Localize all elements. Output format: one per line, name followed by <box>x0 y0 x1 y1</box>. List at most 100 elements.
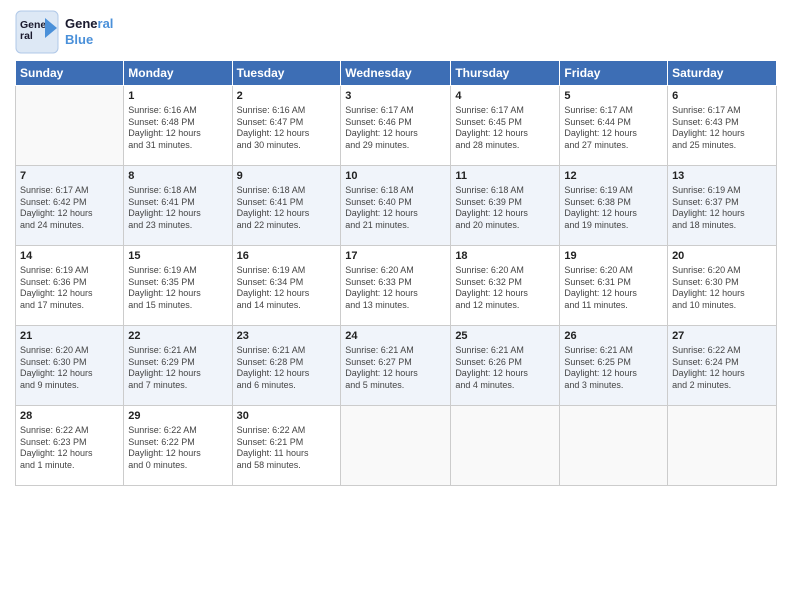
calendar-cell: 27Sunrise: 6:22 AM Sunset: 6:24 PM Dayli… <box>668 326 777 406</box>
calendar-cell: 26Sunrise: 6:21 AM Sunset: 6:25 PM Dayli… <box>560 326 668 406</box>
calendar-cell: 25Sunrise: 6:21 AM Sunset: 6:26 PM Dayli… <box>451 326 560 406</box>
day-info: Sunrise: 6:22 AM Sunset: 6:21 PM Dayligh… <box>237 425 337 472</box>
day-info: Sunrise: 6:22 AM Sunset: 6:24 PM Dayligh… <box>672 345 772 392</box>
calendar-cell: 20Sunrise: 6:20 AM Sunset: 6:30 PM Dayli… <box>668 246 777 326</box>
day-info: Sunrise: 6:20 AM Sunset: 6:31 PM Dayligh… <box>564 265 663 312</box>
day-number: 18 <box>455 249 555 264</box>
calendar-cell: 12Sunrise: 6:19 AM Sunset: 6:38 PM Dayli… <box>560 166 668 246</box>
calendar-cell: 30Sunrise: 6:22 AM Sunset: 6:21 PM Dayli… <box>232 406 341 486</box>
calendar-week-row: 14Sunrise: 6:19 AM Sunset: 6:36 PM Dayli… <box>16 246 777 326</box>
day-info: Sunrise: 6:21 AM Sunset: 6:27 PM Dayligh… <box>345 345 446 392</box>
day-info: Sunrise: 6:17 AM Sunset: 6:43 PM Dayligh… <box>672 105 772 152</box>
calendar-week-row: 21Sunrise: 6:20 AM Sunset: 6:30 PM Dayli… <box>16 326 777 406</box>
header: Gene- ral GeneralBlue <box>15 10 777 54</box>
calendar-cell <box>341 406 451 486</box>
calendar-cell: 17Sunrise: 6:20 AM Sunset: 6:33 PM Dayli… <box>341 246 451 326</box>
calendar-header-thursday: Thursday <box>451 61 560 86</box>
day-number: 21 <box>20 329 119 344</box>
day-number: 7 <box>20 169 119 184</box>
day-info: Sunrise: 6:21 AM Sunset: 6:29 PM Dayligh… <box>128 345 227 392</box>
day-number: 25 <box>455 329 555 344</box>
day-number: 27 <box>672 329 772 344</box>
calendar-cell: 3Sunrise: 6:17 AM Sunset: 6:46 PM Daylig… <box>341 86 451 166</box>
calendar-cell: 6Sunrise: 6:17 AM Sunset: 6:43 PM Daylig… <box>668 86 777 166</box>
day-info: Sunrise: 6:21 AM Sunset: 6:25 PM Dayligh… <box>564 345 663 392</box>
calendar-cell: 5Sunrise: 6:17 AM Sunset: 6:44 PM Daylig… <box>560 86 668 166</box>
day-info: Sunrise: 6:17 AM Sunset: 6:45 PM Dayligh… <box>455 105 555 152</box>
calendar-cell: 16Sunrise: 6:19 AM Sunset: 6:34 PM Dayli… <box>232 246 341 326</box>
calendar-header-row: SundayMondayTuesdayWednesdayThursdayFrid… <box>16 61 777 86</box>
day-number: 5 <box>564 89 663 104</box>
calendar-week-row: 1Sunrise: 6:16 AM Sunset: 6:48 PM Daylig… <box>16 86 777 166</box>
day-info: Sunrise: 6:22 AM Sunset: 6:23 PM Dayligh… <box>20 425 119 472</box>
calendar-cell: 19Sunrise: 6:20 AM Sunset: 6:31 PM Dayli… <box>560 246 668 326</box>
day-info: Sunrise: 6:17 AM Sunset: 6:42 PM Dayligh… <box>20 185 119 232</box>
day-number: 8 <box>128 169 227 184</box>
day-number: 3 <box>345 89 446 104</box>
day-number: 19 <box>564 249 663 264</box>
calendar-cell <box>668 406 777 486</box>
day-number: 30 <box>237 409 337 424</box>
day-number: 20 <box>672 249 772 264</box>
calendar-cell: 4Sunrise: 6:17 AM Sunset: 6:45 PM Daylig… <box>451 86 560 166</box>
page: Gene- ral GeneralBlue SundayMondayTuesda… <box>0 0 792 612</box>
day-number: 23 <box>237 329 337 344</box>
calendar-cell: 2Sunrise: 6:16 AM Sunset: 6:47 PM Daylig… <box>232 86 341 166</box>
day-info: Sunrise: 6:18 AM Sunset: 6:41 PM Dayligh… <box>237 185 337 232</box>
calendar-cell: 10Sunrise: 6:18 AM Sunset: 6:40 PM Dayli… <box>341 166 451 246</box>
calendar-cell: 14Sunrise: 6:19 AM Sunset: 6:36 PM Dayli… <box>16 246 124 326</box>
calendar-cell: 8Sunrise: 6:18 AM Sunset: 6:41 PM Daylig… <box>124 166 232 246</box>
calendar-header-saturday: Saturday <box>668 61 777 86</box>
calendar-cell: 28Sunrise: 6:22 AM Sunset: 6:23 PM Dayli… <box>16 406 124 486</box>
day-number: 15 <box>128 249 227 264</box>
day-number: 12 <box>564 169 663 184</box>
day-info: Sunrise: 6:20 AM Sunset: 6:30 PM Dayligh… <box>672 265 772 312</box>
day-info: Sunrise: 6:16 AM Sunset: 6:48 PM Dayligh… <box>128 105 227 152</box>
day-number: 29 <box>128 409 227 424</box>
logo-label: GeneralBlue <box>65 16 113 47</box>
calendar-table: SundayMondayTuesdayWednesdayThursdayFrid… <box>15 60 777 486</box>
day-number: 17 <box>345 249 446 264</box>
day-info: Sunrise: 6:18 AM Sunset: 6:41 PM Dayligh… <box>128 185 227 232</box>
day-number: 2 <box>237 89 337 104</box>
day-number: 6 <box>672 89 772 104</box>
day-info: Sunrise: 6:17 AM Sunset: 6:46 PM Dayligh… <box>345 105 446 152</box>
calendar-header-sunday: Sunday <box>16 61 124 86</box>
day-number: 10 <box>345 169 446 184</box>
calendar-header-tuesday: Tuesday <box>232 61 341 86</box>
calendar-week-row: 7Sunrise: 6:17 AM Sunset: 6:42 PM Daylig… <box>16 166 777 246</box>
calendar-week-row: 28Sunrise: 6:22 AM Sunset: 6:23 PM Dayli… <box>16 406 777 486</box>
calendar-cell: 13Sunrise: 6:19 AM Sunset: 6:37 PM Dayli… <box>668 166 777 246</box>
calendar-cell: 24Sunrise: 6:21 AM Sunset: 6:27 PM Dayli… <box>341 326 451 406</box>
day-info: Sunrise: 6:20 AM Sunset: 6:30 PM Dayligh… <box>20 345 119 392</box>
day-number: 9 <box>237 169 337 184</box>
day-number: 13 <box>672 169 772 184</box>
calendar-cell: 21Sunrise: 6:20 AM Sunset: 6:30 PM Dayli… <box>16 326 124 406</box>
logo: Gene- ral GeneralBlue <box>15 10 113 54</box>
calendar-cell: 22Sunrise: 6:21 AM Sunset: 6:29 PM Dayli… <box>124 326 232 406</box>
svg-text:ral: ral <box>20 30 33 42</box>
calendar-cell: 9Sunrise: 6:18 AM Sunset: 6:41 PM Daylig… <box>232 166 341 246</box>
calendar-cell: 1Sunrise: 6:16 AM Sunset: 6:48 PM Daylig… <box>124 86 232 166</box>
day-number: 26 <box>564 329 663 344</box>
calendar-cell <box>16 86 124 166</box>
day-number: 24 <box>345 329 446 344</box>
calendar-cell: 15Sunrise: 6:19 AM Sunset: 6:35 PM Dayli… <box>124 246 232 326</box>
calendar-header-wednesday: Wednesday <box>341 61 451 86</box>
day-info: Sunrise: 6:19 AM Sunset: 6:38 PM Dayligh… <box>564 185 663 232</box>
day-number: 14 <box>20 249 119 264</box>
calendar-cell <box>451 406 560 486</box>
day-number: 4 <box>455 89 555 104</box>
day-number: 11 <box>455 169 555 184</box>
day-info: Sunrise: 6:16 AM Sunset: 6:47 PM Dayligh… <box>237 105 337 152</box>
day-info: Sunrise: 6:21 AM Sunset: 6:26 PM Dayligh… <box>455 345 555 392</box>
day-info: Sunrise: 6:17 AM Sunset: 6:44 PM Dayligh… <box>564 105 663 152</box>
day-info: Sunrise: 6:18 AM Sunset: 6:40 PM Dayligh… <box>345 185 446 232</box>
day-info: Sunrise: 6:20 AM Sunset: 6:32 PM Dayligh… <box>455 265 555 312</box>
calendar-cell: 29Sunrise: 6:22 AM Sunset: 6:22 PM Dayli… <box>124 406 232 486</box>
calendar-cell: 7Sunrise: 6:17 AM Sunset: 6:42 PM Daylig… <box>16 166 124 246</box>
day-info: Sunrise: 6:22 AM Sunset: 6:22 PM Dayligh… <box>128 425 227 472</box>
day-info: Sunrise: 6:20 AM Sunset: 6:33 PM Dayligh… <box>345 265 446 312</box>
calendar-cell: 18Sunrise: 6:20 AM Sunset: 6:32 PM Dayli… <box>451 246 560 326</box>
day-info: Sunrise: 6:21 AM Sunset: 6:28 PM Dayligh… <box>237 345 337 392</box>
